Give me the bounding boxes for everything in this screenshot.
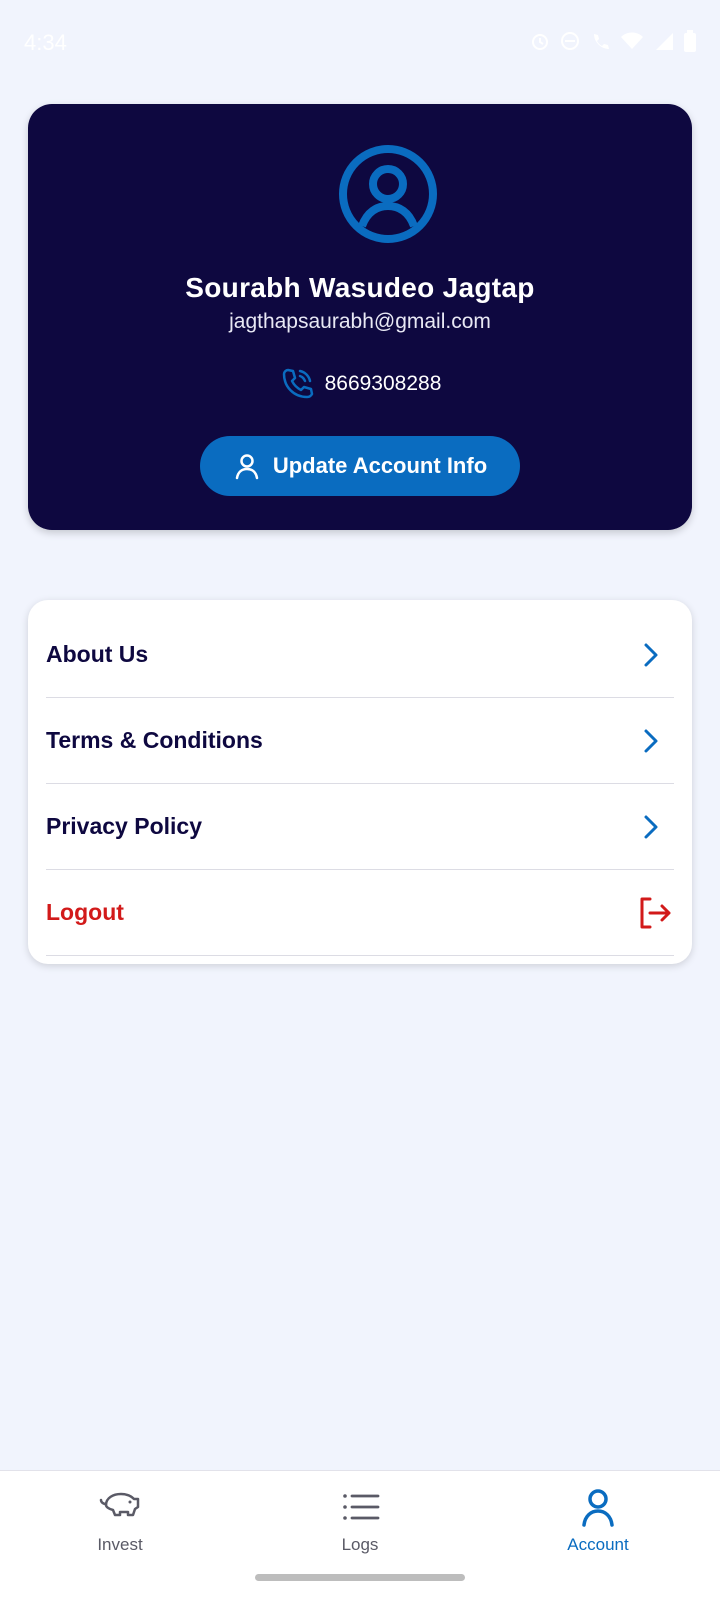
- logout-icon: [640, 897, 671, 928]
- status-bar: 4:34: [0, 0, 720, 90]
- signal-icon: [654, 31, 674, 56]
- list-icon: [343, 1494, 380, 1520]
- call-icon: [590, 31, 610, 56]
- menu-item-label: Privacy Policy: [46, 813, 202, 839]
- nav-item-logs[interactable]: Logs: [280, 1485, 440, 1565]
- battery-icon: [684, 30, 696, 57]
- nav-label-account: Account: [567, 1535, 629, 1554]
- menu-item-label: About Us: [46, 641, 149, 667]
- menu-item-privacy-policy[interactable]: Privacy Policy: [46, 784, 674, 870]
- menu-card: About Us Terms & Conditions Privacy Poli…: [28, 600, 692, 964]
- wifi-icon: [620, 31, 644, 56]
- menu-item-terms-conditions[interactable]: Terms & Conditions: [46, 698, 674, 784]
- home-indicator[interactable]: [255, 1574, 465, 1581]
- avatar-icon: [338, 144, 438, 244]
- nav-item-invest[interactable]: Invest: [40, 1485, 200, 1565]
- profile-name: Sourabh Wasudeo Jagtap: [185, 272, 535, 303]
- status-time: 4:34: [24, 30, 67, 55]
- user-icon: [582, 1489, 614, 1527]
- do-not-disturb-icon: [560, 31, 580, 56]
- update-account-info-button[interactable]: Update Account Info: [200, 436, 520, 496]
- menu-item-about-us[interactable]: About Us: [46, 612, 674, 698]
- status-icons: [530, 30, 696, 57]
- chevron-right-icon: [644, 815, 658, 838]
- menu-item-logout[interactable]: Logout: [46, 870, 674, 956]
- chevron-right-icon: [644, 643, 658, 666]
- menu-item-label: Logout: [46, 899, 124, 925]
- alarm-icon: [530, 31, 550, 56]
- nav-item-account[interactable]: Account: [518, 1485, 678, 1565]
- profile-card: Sourabh Wasudeo Jagtap jagthapsaurabh@gm…: [28, 104, 692, 530]
- user-icon: [235, 454, 259, 480]
- menu-item-label: Terms & Conditions: [46, 727, 263, 753]
- phone-icon: [279, 366, 315, 402]
- nav-label-logs: Logs: [341, 1535, 379, 1554]
- update-button-label: Update Account Info: [272, 453, 488, 478]
- phone-number: 8669308288: [324, 372, 442, 395]
- profile-email: jagthapsaurabh@gmail.com: [229, 310, 491, 333]
- phone-row: 8669308288: [28, 366, 692, 402]
- piggy-bank-icon: [99, 1492, 140, 1517]
- chevron-right-icon: [644, 729, 658, 752]
- nav-label-invest: Invest: [97, 1535, 143, 1554]
